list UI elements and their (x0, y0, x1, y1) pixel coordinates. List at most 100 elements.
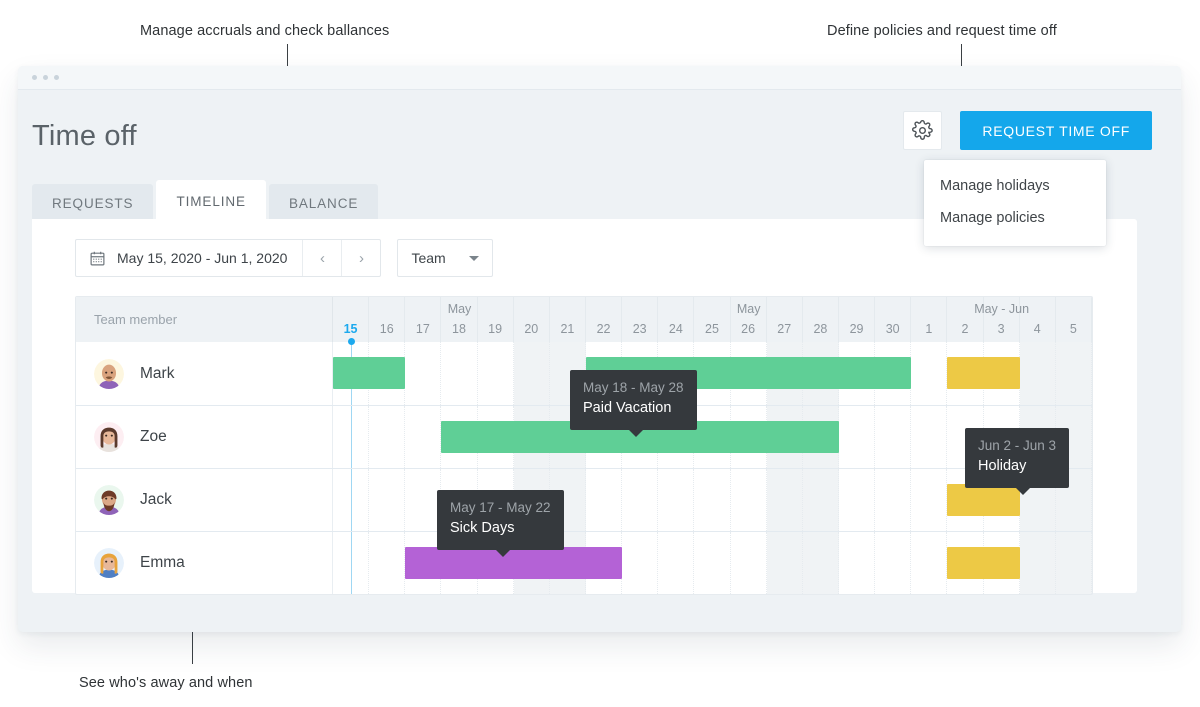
timeline-bar-holiday[interactable] (947, 484, 1020, 516)
tab-bar: REQUESTS TIMELINE BALANCE (32, 180, 381, 223)
day-number: 3 (997, 322, 1005, 336)
timeline-cell[interactable] (731, 532, 767, 594)
timeline-cell[interactable] (911, 406, 948, 468)
timeline-cell[interactable] (586, 469, 623, 531)
day-number: 25 (705, 322, 719, 336)
timeline-bar-holiday[interactable] (947, 547, 1020, 579)
timeline-cell[interactable] (1055, 342, 1092, 405)
timeline-cell[interactable] (333, 406, 370, 468)
timeline-cell[interactable] (694, 532, 731, 594)
table-row: Zoe (76, 405, 1092, 468)
day-number: 19 (488, 322, 503, 336)
timeline-cell[interactable] (694, 469, 731, 531)
day-number: 24 (668, 322, 683, 336)
timeline-cell[interactable] (731, 469, 767, 531)
avatar-emma (94, 548, 124, 578)
timeline-cell[interactable] (622, 532, 659, 594)
day-number: 4 (1033, 322, 1041, 336)
day-number: 5 (1069, 322, 1077, 336)
day-number: 26 (741, 322, 756, 336)
timeline-cell[interactable] (1019, 532, 1056, 594)
timeline-cell[interactable] (513, 342, 550, 405)
timeline-cell[interactable] (333, 469, 370, 531)
timeline-cell[interactable] (1019, 342, 1056, 405)
timeline-bar-vacation[interactable] (441, 421, 839, 453)
timeline-bar-vacation[interactable] (333, 357, 406, 389)
member-name: Emma (140, 554, 185, 571)
tab-balance[interactable]: BALANCE (268, 184, 379, 223)
timeline-cell[interactable] (911, 469, 948, 531)
timeline-cell[interactable] (441, 469, 478, 531)
day-header-21: 21 (550, 297, 586, 342)
annotation-away: See who's away and when (79, 675, 253, 691)
timeline-cell[interactable] (766, 469, 803, 531)
timeline-cell[interactable] (875, 532, 912, 594)
team-member-cell: Zoe (76, 406, 333, 468)
window-controls (32, 75, 59, 80)
timeline-cell[interactable] (1019, 406, 1056, 468)
request-time-off-button[interactable]: REQUEST TIME OFF (960, 111, 1152, 150)
timeline-cell[interactable] (802, 532, 839, 594)
timeline-cell[interactable] (839, 532, 876, 594)
gear-icon (912, 120, 933, 140)
timeline-cell[interactable] (1055, 406, 1092, 468)
day-header-3: 3 (984, 297, 1020, 342)
timeline-bar-vacation[interactable] (586, 357, 912, 389)
member-name: Mark (140, 364, 175, 382)
team-filter-select[interactable]: Team (397, 239, 494, 277)
timeline-cell[interactable] (478, 469, 514, 531)
annotation-accruals: Manage accruals and check ballances (140, 23, 390, 39)
menu-item-manage-holidays[interactable]: Manage holidays (924, 170, 1106, 202)
timeline-cell[interactable] (1019, 469, 1056, 531)
tab-timeline[interactable]: TIMELINE (156, 180, 266, 223)
day-header-5: 5 (1056, 297, 1092, 342)
timeline-cell[interactable] (369, 532, 406, 594)
timeline-cell[interactable] (658, 532, 695, 594)
date-range-picker[interactable]: May 15, 2020 - Jun 1, 2020 (76, 240, 302, 276)
timeline-cell[interactable] (441, 342, 478, 405)
timeline-cell[interactable] (802, 469, 839, 531)
timeline-cell[interactable] (333, 532, 370, 594)
timeline-cell[interactable] (984, 406, 1020, 468)
timeline-cell[interactable] (658, 469, 695, 531)
timeline-cell[interactable] (1055, 532, 1092, 594)
timeline-cell[interactable] (478, 342, 514, 405)
date-next-button[interactable]: › (341, 240, 380, 276)
timeline-cell[interactable] (549, 469, 586, 531)
timeline-cell[interactable] (947, 406, 984, 468)
timeline-cell[interactable] (766, 532, 803, 594)
timeline-row-grid (333, 532, 1092, 594)
timeline-cell[interactable] (839, 469, 876, 531)
timeline-cell[interactable] (622, 469, 659, 531)
timeline-cell[interactable] (369, 469, 406, 531)
timeline-cell[interactable] (839, 406, 876, 468)
team-member-cell: Jack (76, 469, 333, 531)
timeline-cell[interactable] (405, 406, 442, 468)
timeline-cell[interactable] (549, 342, 586, 405)
day-header-22: 22 (586, 297, 623, 342)
chevron-down-icon (469, 255, 480, 261)
timeline-cell[interactable] (405, 469, 442, 531)
timeline-cell[interactable] (513, 469, 550, 531)
timeline-cell[interactable] (369, 406, 406, 468)
timeline-cell[interactable] (1055, 469, 1092, 531)
page-title: Time off (32, 120, 137, 152)
settings-gear-button[interactable] (903, 111, 942, 150)
member-name: Jack (140, 491, 172, 508)
tab-requests[interactable]: REQUESTS (32, 184, 154, 223)
timeline-cell[interactable] (875, 406, 912, 468)
timeline-cell[interactable] (405, 342, 442, 405)
timeline-cell[interactable] (875, 469, 912, 531)
date-prev-button[interactable]: ‹ (302, 240, 341, 276)
avatar-jack (94, 485, 124, 515)
day-number: 21 (560, 322, 575, 336)
menu-item-manage-policies[interactable]: Manage policies (924, 202, 1106, 234)
timeline-cell[interactable] (911, 532, 948, 594)
timeline-cell[interactable] (911, 342, 948, 405)
timeline-bar-sick[interactable] (405, 547, 623, 579)
timeline-row-grid (333, 469, 1092, 531)
table-row: Emma (76, 531, 1092, 594)
date-range-control: May 15, 2020 - Jun 1, 2020 ‹ › (75, 239, 382, 277)
day-header-27: 27 (767, 297, 803, 342)
timeline-bar-holiday[interactable] (947, 357, 1020, 389)
